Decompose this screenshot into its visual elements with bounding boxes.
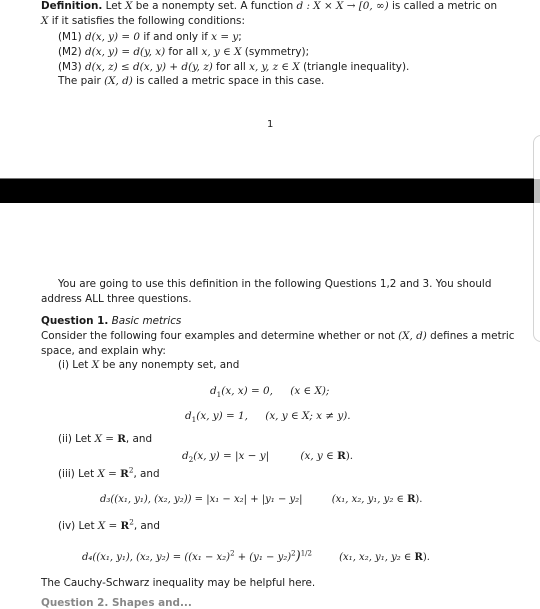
question1-subtitle: Basic metrics — [111, 315, 182, 327]
condition-m2: (M2) d(x, y) = d(y, x) for all x, y ∈ X … — [58, 46, 310, 58]
condition-m1: (M1) d(x, y) = 0 if and only if x = y; — [58, 31, 242, 43]
definition-line-1: Definition. Let X be a nonempty set. A f… — [41, 0, 498, 12]
equation-d1-b: d1(x, y) = 1, (x, y ∈ X; x ≠ y). — [185, 410, 351, 425]
equation-d3: d₃((x₁, y₁), (x₂, y₂)) = |x₁ − x₂| + |y₁… — [100, 494, 423, 505]
question1-title: Question 1. Basic metrics — [41, 315, 181, 327]
definition-heading: Definition. — [41, 0, 103, 12]
cauchy-schwarz-hint: The Cauchy-Schwarz inequality may be hel… — [41, 577, 316, 589]
question1-prompt-line-1: Consider the following four examples and… — [41, 330, 515, 342]
item-iv-label: (iv) Let X = R2, and — [58, 517, 160, 532]
page-break-divider — [0, 178, 534, 203]
condition-m3: (M3) d(x, z) ≤ d(x, y) + d(y, z) for all… — [58, 61, 410, 73]
intro-line-2: address ALL three questions. — [41, 293, 192, 305]
item-iii-label: (iii) Let X = R2, and — [58, 465, 160, 480]
question1-prompt-line-2: space, and explain why: — [41, 345, 166, 357]
equation-d4: d₄((x₁, y₁), (x₂, y₂) = ((x₁ − x₂)2 + (y… — [82, 549, 430, 564]
side-panel[interactable] — [533, 135, 540, 342]
definition-line-2: X if it satisfies the following conditio… — [41, 15, 245, 27]
intro-line-1: You are going to use this definition in … — [58, 278, 492, 290]
item-ii-label: (ii) Let X = R, and — [58, 433, 153, 445]
item-i-label: (i) Let X be any nonempty set, and — [58, 359, 240, 371]
equation-d2: d2(x, y) = |x − y| (x, y ∈ R). — [182, 450, 354, 465]
question2-heading-partial: Question 2. Shapes and... — [41, 597, 192, 609]
equation-d1-a: d1(x, x) = 0, (x ∈ X); — [210, 385, 330, 400]
scrollbar-thumb[interactable] — [534, 179, 540, 203]
page-number: 1 — [267, 119, 274, 130]
question1-heading: Question 1. — [41, 315, 109, 327]
definition-closing: The pair (X, d) is called a metric space… — [58, 75, 325, 87]
